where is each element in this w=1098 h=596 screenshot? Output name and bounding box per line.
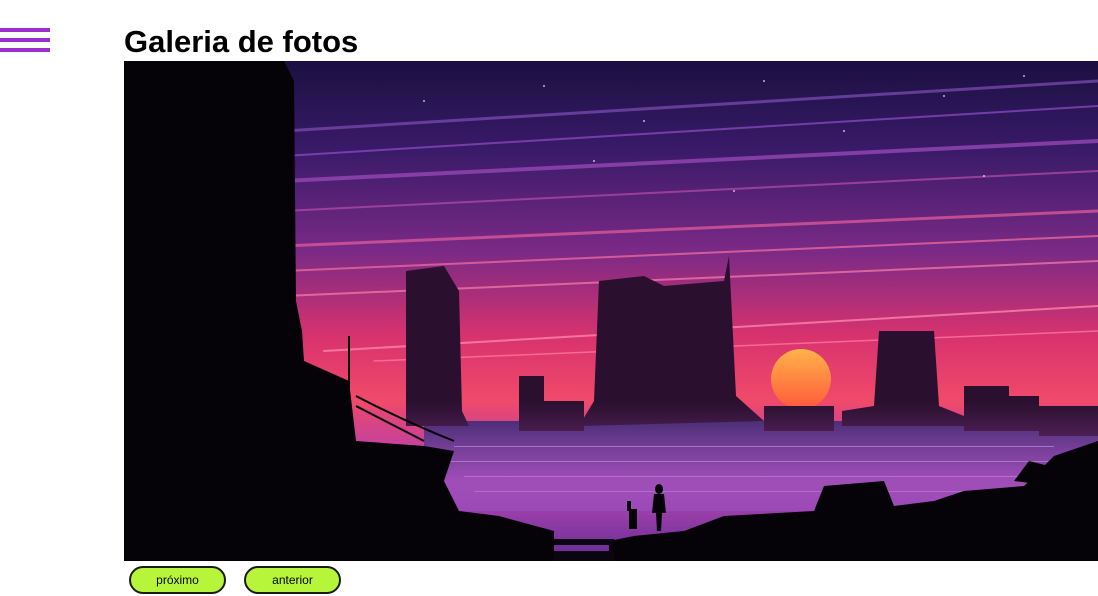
next-button[interactable]: próximo (129, 566, 226, 594)
menu-bar-bottom (0, 48, 50, 52)
gallery-photo (124, 61, 1098, 561)
page-title: Galeria de fotos (124, 24, 359, 59)
menu-bar-middle (0, 38, 50, 42)
menu-bar-top (0, 28, 50, 32)
hamburger-menu-icon[interactable] (0, 28, 50, 54)
previous-button[interactable]: anterior (244, 566, 341, 594)
gallery-image (124, 61, 1098, 561)
